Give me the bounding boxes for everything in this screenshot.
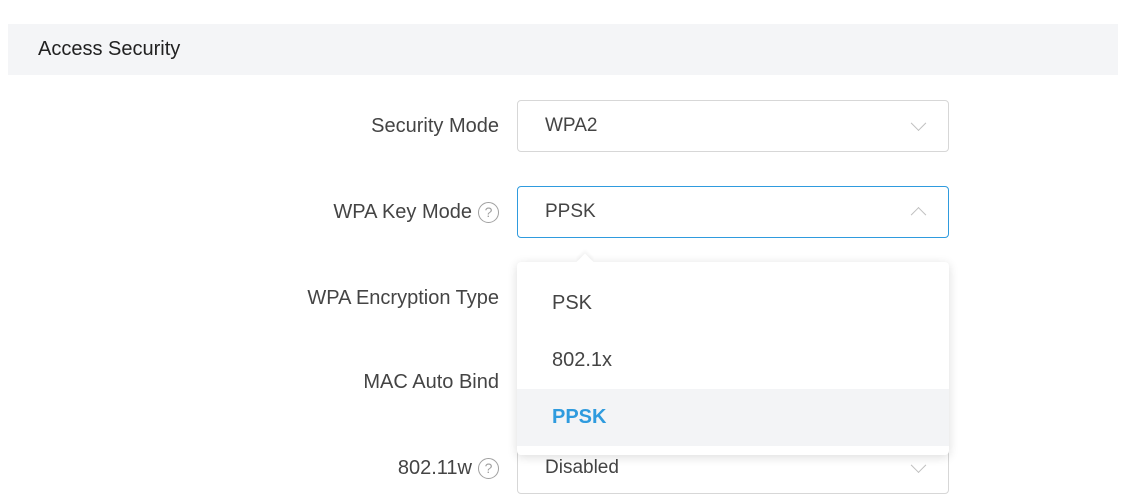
wpa-key-mode-select[interactable]: PPSK bbox=[517, 186, 949, 238]
help-icon[interactable]: ? bbox=[478, 201, 499, 223]
chevron-down-icon bbox=[910, 115, 927, 132]
dot11w-label: 802.11w ? bbox=[398, 442, 499, 494]
security-mode-select[interactable]: WPA2 bbox=[517, 100, 949, 152]
section-header-access-security: Access Security bbox=[8, 24, 1118, 75]
security-mode-value: WPA2 bbox=[545, 115, 598, 136]
security-mode-label: Security Mode bbox=[371, 114, 499, 137]
wpa-key-mode-label: WPA Key Mode ? bbox=[333, 186, 499, 238]
dropdown-option-802-1x[interactable]: 802.1x bbox=[517, 332, 949, 389]
wpa-key-mode-dropdown: PSK 802.1x PPSK bbox=[517, 253, 949, 455]
mac-auto-bind-label: MAC Auto Bind bbox=[363, 370, 499, 393]
help-icon[interactable]: ? bbox=[478, 457, 499, 479]
wpa-key-mode-value: PPSK bbox=[545, 201, 596, 222]
wpa-key-mode-row: WPA Key Mode ? PPSK bbox=[0, 186, 1122, 238]
section-title: Access Security bbox=[38, 38, 181, 60]
security-mode-row: Security Mode WPA2 bbox=[0, 100, 1122, 152]
wpa-encryption-type-label: WPA Encryption Type bbox=[307, 286, 499, 309]
dropdown-pointer bbox=[576, 253, 594, 271]
chevron-up-icon bbox=[910, 206, 927, 223]
dropdown-option-psk[interactable]: PSK bbox=[517, 275, 949, 332]
dropdown-option-ppsk[interactable]: PPSK bbox=[517, 389, 949, 446]
chevron-down-icon bbox=[910, 457, 927, 474]
dot11w-value: Disabled bbox=[545, 457, 619, 478]
